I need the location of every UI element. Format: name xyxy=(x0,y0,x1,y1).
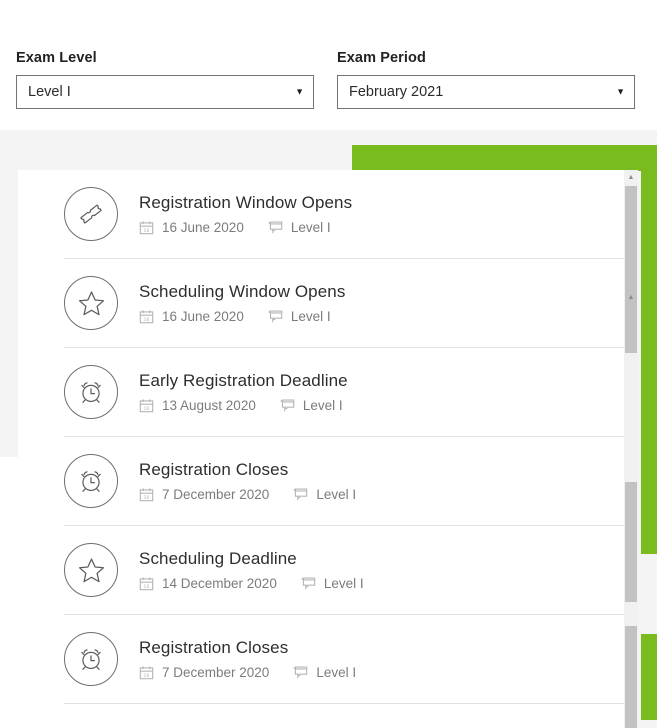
exam-event-level-text: Level I xyxy=(291,220,331,235)
exam-event-body: Registration Closes 16 7 December 2020 Leve… xyxy=(118,460,618,502)
exam-event-date: 16 13 August 2020 xyxy=(139,398,256,413)
presentation-board-icon xyxy=(293,487,308,502)
exam-event-meta: 16 7 December 2020 Level I xyxy=(139,487,618,502)
exam-event-date-text: 14 December 2020 xyxy=(162,576,277,591)
exam-event-body: Scheduling Deadline 16 14 December 2020 Lev… xyxy=(118,549,618,591)
accent-band-top xyxy=(352,145,657,171)
card-scrollbar[interactable]: ▲ xyxy=(624,170,638,728)
exam-event-level: Level I xyxy=(280,398,343,413)
exam-event-row[interactable]: Scheduling Window Opens 16 16 June 2020 Lev… xyxy=(64,259,624,348)
presentation-board-icon xyxy=(268,309,283,324)
calendar-icon: 16 xyxy=(139,576,154,591)
exam-event-date-text: 7 December 2020 xyxy=(162,487,269,502)
exam-event-row[interactable]: Scheduling Deadline 16 14 December 2020 Lev… xyxy=(64,526,624,615)
star-icon xyxy=(64,543,118,597)
exam-level-select-shell[interactable]: Level I ▼ xyxy=(16,75,314,109)
calendar-icon: 16 xyxy=(139,665,154,680)
svg-text:16: 16 xyxy=(144,495,150,501)
exam-event-level: Level I xyxy=(268,309,331,324)
exam-event-row[interactable]: Registration Window Opens 16 16 June 2020 L… xyxy=(64,170,624,259)
exam-event-level: Level I xyxy=(293,665,356,680)
accent-column-four xyxy=(641,634,657,720)
exam-event-row[interactable]: Early Registration Deadline 16 13 August 2… xyxy=(64,348,624,437)
exam-event-body: Early Registration Deadline 16 13 August 2… xyxy=(118,371,618,413)
exam-level-label: Exam Level xyxy=(16,50,314,66)
exam-event-level-text: Level I xyxy=(291,309,331,324)
exam-event-date-text: 13 August 2020 xyxy=(162,398,256,413)
ticket-icon xyxy=(64,187,118,241)
exam-event-date: 16 7 December 2020 xyxy=(139,487,269,502)
exam-event-date-text: 7 December 2020 xyxy=(162,665,269,680)
exam-event-body: Registration Window Opens 16 16 June 2020 L… xyxy=(118,193,618,235)
exam-period-select[interactable]: February 2021 xyxy=(338,76,634,108)
calendar-icon: 16 xyxy=(139,487,154,502)
presentation-board-icon xyxy=(293,665,308,680)
scrollbar-thumb[interactable] xyxy=(625,482,637,602)
exam-event-title: Early Registration Deadline xyxy=(139,371,618,391)
exam-level-select[interactable]: Level I xyxy=(17,76,313,108)
accent-column-one xyxy=(641,171,657,327)
calendar-icon: 16 xyxy=(139,220,154,235)
svg-text:16: 16 xyxy=(144,406,150,412)
exam-event-title: Scheduling Deadline xyxy=(139,549,618,569)
exam-event-row[interactable]: Registration Closes 16 7 December 2020 Leve… xyxy=(64,437,624,526)
exam-event-meta: 16 7 December 2020 Level I xyxy=(139,665,618,680)
exam-event-title: Registration Closes xyxy=(139,460,618,480)
svg-text:16: 16 xyxy=(144,317,150,323)
page-scroll-up-arrow-icon[interactable]: ▲ xyxy=(624,290,638,304)
star-icon xyxy=(64,276,118,330)
exam-event-level-text: Level I xyxy=(324,576,364,591)
accent-column-two xyxy=(641,327,657,454)
alarm-clock-icon xyxy=(64,454,118,508)
exam-event-date: 16 14 December 2020 xyxy=(139,576,277,591)
exam-event-level: Level I xyxy=(268,220,331,235)
exam-event-title: Registration Closes xyxy=(139,638,618,658)
exam-period-label: Exam Period xyxy=(337,50,635,66)
exam-event-date: 16 7 December 2020 xyxy=(139,665,269,680)
exam-event-date: 16 16 June 2020 xyxy=(139,220,244,235)
exam-event-body: Registration Closes 16 7 December 2020 Leve… xyxy=(118,638,618,680)
svg-text:16: 16 xyxy=(144,228,150,234)
exam-event-meta: 16 13 August 2020 Level I xyxy=(139,398,618,413)
accent-column-three xyxy=(641,454,657,554)
calendar-icon: 16 xyxy=(139,398,154,413)
exam-period-filter: Exam Period February 2021 ▼ xyxy=(337,50,635,130)
presentation-board-icon xyxy=(280,398,295,413)
scrollbar-thumb[interactable] xyxy=(625,186,637,353)
alarm-clock-icon xyxy=(64,632,118,686)
exam-event-list: Registration Window Opens 16 16 June 2020 L… xyxy=(18,170,624,704)
svg-text:16: 16 xyxy=(144,584,150,590)
exam-event-level-text: Level I xyxy=(316,665,356,680)
exam-timeline-card: Registration Window Opens 16 16 June 2020 L… xyxy=(18,170,638,728)
exam-period-select-shell[interactable]: February 2021 ▼ xyxy=(337,75,635,109)
exam-event-meta: 16 16 June 2020 Level I xyxy=(139,220,618,235)
exam-event-date: 16 16 June 2020 xyxy=(139,309,244,324)
exam-event-title: Scheduling Window Opens xyxy=(139,282,618,302)
calendar-icon: 16 xyxy=(139,309,154,324)
exam-event-date-text: 16 June 2020 xyxy=(162,309,244,324)
exam-event-body: Scheduling Window Opens 16 16 June 2020 Lev… xyxy=(118,282,618,324)
exam-event-level-text: Level I xyxy=(303,398,343,413)
svg-text:16: 16 xyxy=(144,673,150,679)
scrollbar-thumb[interactable] xyxy=(625,626,637,728)
exam-level-filter: Exam Level Level I ▼ xyxy=(16,50,314,130)
scroll-up-arrow-icon[interactable]: ▲ xyxy=(624,170,638,184)
exam-event-row[interactable]: Registration Closes 16 7 December 2020 Leve… xyxy=(64,615,624,704)
alarm-clock-icon xyxy=(64,365,118,419)
exam-event-level: Level I xyxy=(301,576,364,591)
presentation-board-icon xyxy=(268,220,283,235)
filter-bar: Exam Level Level I ▼ Exam Period Februar… xyxy=(0,0,657,130)
presentation-board-icon xyxy=(301,576,316,591)
exam-event-meta: 16 16 June 2020 Level I xyxy=(139,309,618,324)
exam-event-date-text: 16 June 2020 xyxy=(162,220,244,235)
exam-event-meta: 16 14 December 2020 Level I xyxy=(139,576,618,591)
exam-event-title: Registration Window Opens xyxy=(139,193,618,213)
exam-event-level-text: Level I xyxy=(316,487,356,502)
exam-event-level: Level I xyxy=(293,487,356,502)
